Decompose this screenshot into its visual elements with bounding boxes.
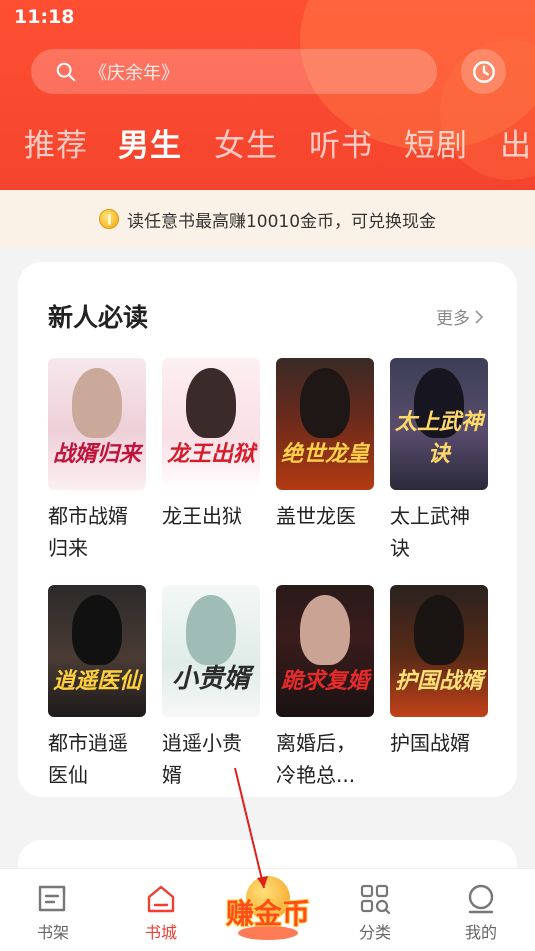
book-item[interactable]: 太上武神诀 太上武神诀 [390,358,490,564]
book-cover[interactable]: 小贵婿 [162,585,260,717]
earn-label: 赚金币 [225,896,311,931]
tab-recommend[interactable]: 推荐 [24,120,88,165]
tab-audiobook[interactable]: 听书 [309,120,373,165]
book-item[interactable]: 龙王出狱 龙王出狱 [162,358,262,532]
book-item[interactable]: 战婿归来 都市战婿 归来 [48,358,148,564]
promo-text: 读任意书最高赚10010金币，可兑换现金 [126,211,437,232]
book-cover[interactable]: 龙王出狱 [162,358,260,490]
book-title: 离婚后， 冷艳总... [276,731,356,787]
cover-art [186,595,236,665]
cover-title: 跪求复婚 [280,669,369,694]
coin-icon [98,209,119,229]
cover-title: 小贵婿 [171,664,250,694]
cover-art [300,368,350,438]
book-title: 龙王出狱 [162,504,242,528]
category-tabs: 推荐 男生 女生 听书 短剧 出 [0,120,535,170]
book-cover[interactable]: 护国战婿 [390,585,488,717]
cover-title: 护国战婿 [394,669,483,694]
cover-art [414,595,464,665]
cover-art [72,595,122,665]
cover-title: 绝世龙皇 [280,442,369,467]
bookshelf-icon [38,885,66,912]
nav-category[interactable]: 分类 [340,883,410,943]
book-item[interactable]: 逍遥医仙 都市逍遥 医仙 [48,585,148,791]
book-cover[interactable]: 战婿归来 [48,358,146,490]
earn-coins-button[interactable]: 赚金币 [218,874,318,944]
nav-bookstore-label: 书城 [144,923,177,942]
book-item[interactable]: 小贵婿 逍遥小贵婿 [162,585,262,791]
section-title: 新人必读 [48,303,149,332]
header: 11:18 《庆余年》 推荐 男生 女生 听书 短剧 出 [0,0,535,190]
book-item[interactable]: 护国战婿 护国战婿 [390,585,490,759]
profile-icon [468,884,494,914]
book-cover[interactable]: 绝世龙皇 [276,358,374,490]
tab-publish[interactable]: 出 [500,120,532,165]
history-button[interactable] [461,49,506,94]
book-title: 都市逍遥 医仙 [48,731,128,787]
cover-title: 太上武神诀 [394,410,483,467]
book-title: 盖世龙医 [276,504,356,528]
new-reader-section: 新人必读 更多 战婿归来 都市战婿 归来 龙王出狱 龙王出狱 绝世龙皇 盖世龙医 … [18,262,517,797]
home-icon [147,885,175,913]
grid-icon [360,884,391,915]
nav-bookshelf-label: 书架 [36,923,69,942]
promo-banner[interactable]: 读任意书最高赚10010金币，可兑换现金 [0,190,535,248]
cover-title: 逍遥医仙 [52,669,141,694]
search-placeholder: 《庆余年》 [89,62,179,84]
tab-female[interactable]: 女生 [214,120,278,165]
nav-bookstore[interactable]: 书城 [126,883,196,943]
tab-male[interactable]: 男生 [118,120,182,165]
cover-art [300,595,350,665]
chevron-right-icon [475,309,484,324]
book-title: 太上武神诀 [390,504,470,560]
book-title: 逍遥小贵婿 [162,731,242,787]
search-bar[interactable]: 《庆余年》 [31,49,437,94]
book-title: 都市战婿 归来 [48,504,128,560]
book-item[interactable]: 绝世龙皇 盖世龙医 [276,358,376,532]
book-cover[interactable]: 跪求复婚 [276,585,374,717]
cover-art [186,368,236,438]
book-cover[interactable]: 逍遥医仙 [48,585,146,717]
nav-mine[interactable]: 我的 [446,883,516,943]
cover-title: 战婿归来 [52,442,141,467]
nav-bookshelf[interactable]: 书架 [18,883,88,943]
more-link[interactable]: 更多 [436,304,484,329]
search-icon [56,62,76,81]
book-title: 护国战婿 [390,731,470,755]
cover-art [72,368,122,438]
nav-mine-label: 我的 [464,923,497,942]
cover-title: 龙王出狱 [166,442,255,467]
book-item[interactable]: 跪求复婚 离婚后， 冷艳总... [276,585,376,791]
clock-icon [472,60,495,83]
status-time: 11:18 [14,6,75,28]
nav-category-label: 分类 [358,923,391,942]
tab-short-drama[interactable]: 短剧 [404,120,468,165]
book-cover[interactable]: 太上武神诀 [390,358,488,490]
more-label: 更多 [436,309,470,329]
